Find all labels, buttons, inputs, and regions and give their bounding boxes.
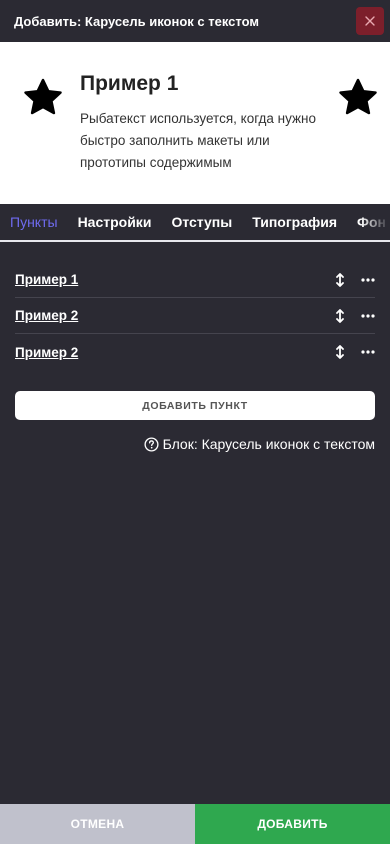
add-item-button[interactable]: ДОБАВИТЬ ПУНКТ bbox=[15, 391, 375, 420]
dialog-footer: ОТМЕНА ДОБАВИТЬ bbox=[0, 804, 390, 844]
more-options-icon[interactable] bbox=[361, 350, 375, 354]
item-label[interactable]: Пример 2 bbox=[15, 345, 78, 360]
dialog-title: Добавить: Карусель иконок с текстом bbox=[14, 13, 259, 29]
help-icon[interactable] bbox=[144, 436, 159, 452]
star-icon bbox=[24, 78, 62, 115]
block-info-label: Блок: Карусель иконок с текстом bbox=[162, 436, 375, 452]
tab-typography[interactable]: Типография bbox=[242, 204, 347, 240]
item-label[interactable]: Пример 1 bbox=[15, 272, 78, 287]
list-item: Пример 2 bbox=[15, 298, 375, 334]
drag-handle-icon[interactable] bbox=[335, 272, 345, 287]
drag-handle-icon[interactable] bbox=[335, 308, 345, 323]
drag-handle-icon[interactable] bbox=[335, 345, 345, 359]
close-button[interactable] bbox=[356, 7, 384, 35]
close-icon bbox=[365, 16, 375, 26]
list-item: Пример 2 bbox=[15, 334, 375, 370]
dialog-header: Добавить: Карусель иконок с текстом bbox=[0, 0, 390, 42]
more-options-icon[interactable] bbox=[361, 313, 375, 318]
block-preview: Пример 1 Рыбатекст используется, когда н… bbox=[0, 42, 390, 204]
item-label[interactable]: Пример 2 bbox=[15, 308, 78, 323]
more-options-icon[interactable] bbox=[361, 277, 375, 282]
active-tab-indicator bbox=[0, 240, 71, 242]
preview-text: Рыбатекст используется, когда нужно быст… bbox=[80, 111, 317, 170]
preview-title: Пример 1 bbox=[80, 72, 179, 95]
list-item: Пример 1 bbox=[15, 262, 375, 298]
block-info: Блок: Карусель иконок с текстом bbox=[0, 436, 390, 452]
items-list: Пример 1 Пример 2 Пример 2 bbox=[0, 242, 390, 370]
cancel-button[interactable]: ОТМЕНА bbox=[0, 804, 195, 844]
tabs-scroll-fade bbox=[360, 204, 390, 240]
tab-spacing[interactable]: Отступы bbox=[161, 204, 242, 240]
add-button[interactable]: ДОБАВИТЬ bbox=[195, 804, 390, 844]
tab-settings[interactable]: Настройки bbox=[68, 204, 162, 240]
tab-items[interactable]: Пункты bbox=[0, 204, 68, 240]
settings-tabs: Пункты Настройки Отступы Типография Фон bbox=[0, 204, 390, 242]
star-icon bbox=[339, 78, 377, 115]
